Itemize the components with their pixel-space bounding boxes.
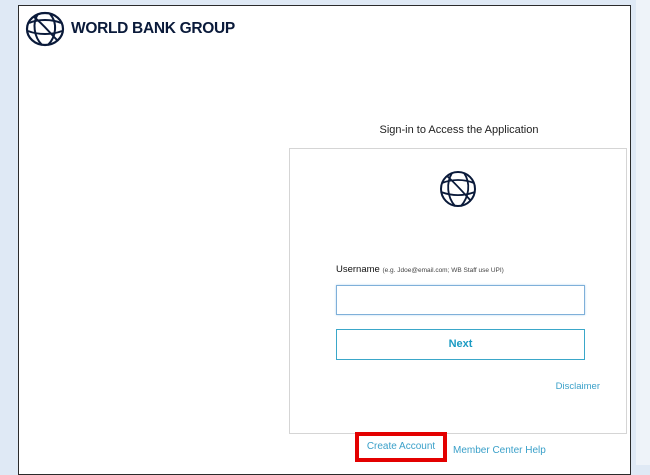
- username-input[interactable]: [336, 285, 585, 315]
- logo-text: WORLD BANK GROUP: [71, 20, 235, 37]
- globe-icon: [438, 169, 478, 214]
- disclaimer-link[interactable]: Disclaimer: [556, 381, 600, 392]
- window-edge: [636, 0, 650, 465]
- signin-card: Username (e.g. Jdoe@email.com; WB Staff …: [289, 148, 627, 434]
- globe-logo-icon: [25, 11, 65, 47]
- signin-title: Sign-in to Access the Application: [379, 124, 539, 136]
- username-label-text: Username: [336, 264, 380, 275]
- world-bank-logo: WORLD BANK GROUP: [24, 11, 235, 47]
- username-hint: (e.g. Jdoe@email.com; WB Staff use UPI): [382, 267, 504, 274]
- next-button[interactable]: Next: [336, 329, 585, 360]
- create-account-link[interactable]: Create Account: [355, 432, 447, 462]
- username-label: Username (e.g. Jdoe@email.com; WB Staff …: [336, 264, 504, 275]
- member-center-help-link[interactable]: Member Center Help: [453, 445, 546, 456]
